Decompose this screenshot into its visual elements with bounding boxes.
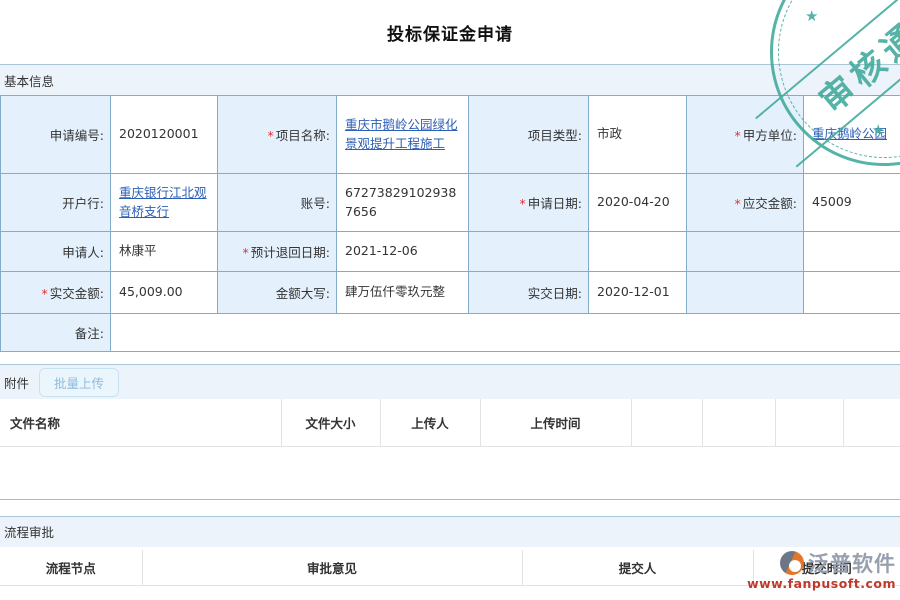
table-row: 开户行: 重庆银行江北观音桥支行 账号: 672738291029387656 … [1,174,900,232]
field-label-paid-date: 实交日期: [469,272,589,314]
field-value-applicant: 林康平 [111,232,218,272]
field-label-project-name: *项目名称: [218,96,337,174]
field-label-account-no: 账号: [218,174,337,232]
attachments-table: 文件名称 文件大小 上传人 上传时间 [0,399,900,447]
field-value-application-no: 2020120001 [111,96,218,174]
attachments-header-empty [775,399,843,446]
field-label-empty [687,232,804,272]
field-value-remarks [111,314,900,352]
field-value-empty [589,232,687,272]
approval-header-flow-node: 流程节点 [0,550,142,586]
required-mark: * [520,196,526,211]
field-label-apply-date: *申请日期: [469,174,589,232]
bank-link[interactable]: 重庆银行江北观音桥支行 [119,185,207,218]
field-label-owner-unit: *甲方单位: [687,96,804,174]
field-value-apply-date: 2020-04-20 [589,174,687,232]
section-basic-info: 基本信息 [0,64,900,95]
field-label-paid-amount: *实交金额: [1,272,111,314]
field-value-empty [804,272,900,314]
field-label-project-type: 项目类型: [469,96,589,174]
field-label-application-no: 申请编号: [1,96,111,174]
section-approval: 流程审批 [0,516,900,547]
table-row: 申请人: 林康平 *预计退回日期: 2021-12-06 [1,232,900,272]
field-value-paid-amount: 45,009.00 [111,272,218,314]
field-label-bank: 开户行: [1,174,111,232]
section-attachments-title: 附件 [4,373,29,392]
approval-header-submit-time: 提交时间 [753,550,900,586]
page: 投标保证金申请 基本信息 申请编号: 2020120001 *项目名称: 重庆市… [0,0,900,600]
field-label-amount-in-words: 金额大写: [218,272,337,314]
field-value-project-type: 市政 [589,96,687,174]
field-value-amount-in-words: 肆万伍仟零玖元整 [337,272,469,314]
approval-table: 流程节点 审批意见 提交人 提交时间 [0,550,900,587]
attachments-header-uploader: 上传人 [380,399,480,446]
approval-header-submitter: 提交人 [522,550,753,586]
attachments-header-filename: 文件名称 [0,399,281,446]
table-row: 备注: [1,314,900,352]
field-value-bank: 重庆银行江北观音桥支行 [111,174,218,232]
required-mark: * [243,245,249,260]
table-row: 申请编号: 2020120001 *项目名称: 重庆市鹅岭公园绿化景观提升工程施… [1,96,900,174]
approval-header-opinion: 审批意见 [142,550,522,586]
basic-info-table: 申请编号: 2020120001 *项目名称: 重庆市鹅岭公园绿化景观提升工程施… [0,95,900,352]
field-value-project-name: 重庆市鹅岭公园绿化景观提升工程施工 [337,96,469,174]
attachments-header-empty [702,399,775,446]
page-title: 投标保证金申请 [387,20,513,45]
section-basic-info-title: 基本信息 [4,71,54,90]
field-label-applicant: 申请人: [1,232,111,272]
required-mark: * [735,128,741,143]
field-label-expected-return-date: *预计退回日期: [218,232,337,272]
owner-unit-link[interactable]: 重庆鹅岭公园 [812,126,887,141]
required-mark: * [42,286,48,301]
field-value-expected-return-date: 2021-12-06 [337,232,469,272]
table-row: *实交金额: 45,009.00 金额大写: 肆万伍仟零玖元整 实交日期: 20… [1,272,900,314]
field-value-payable-amount: 45009 [804,174,900,232]
field-value-paid-date: 2020-12-01 [589,272,687,314]
project-name-link[interactable]: 重庆市鹅岭公园绿化景观提升工程施工 [345,117,458,150]
field-label-remarks: 备注: [1,314,111,352]
field-value-owner-unit: 重庆鹅岭公园 [804,96,900,174]
batch-upload-button[interactable]: 批量上传 [39,368,119,397]
attachments-header-filesize: 文件大小 [281,399,380,446]
approval-header-row: 流程节点 审批意见 提交人 提交时间 [0,550,900,586]
section-approval-title: 流程审批 [4,522,54,541]
required-mark: * [735,196,741,211]
field-value-empty [804,232,900,272]
attachments-header-empty [843,399,900,446]
field-label-empty [687,272,804,314]
attachments-header-upload-time: 上传时间 [480,399,631,446]
section-attachments: 附件 批量上传 [0,364,900,399]
attachments-empty-area [0,447,900,500]
required-mark: * [268,128,274,143]
title-bar: 投标保证金申请 [0,0,900,64]
field-label-empty [469,232,589,272]
attachments-header-row: 文件名称 文件大小 上传人 上传时间 [0,399,900,446]
field-label-payable-amount: *应交金额: [687,174,804,232]
field-value-account-no: 672738291029387656 [337,174,469,232]
attachments-header-empty [631,399,702,446]
